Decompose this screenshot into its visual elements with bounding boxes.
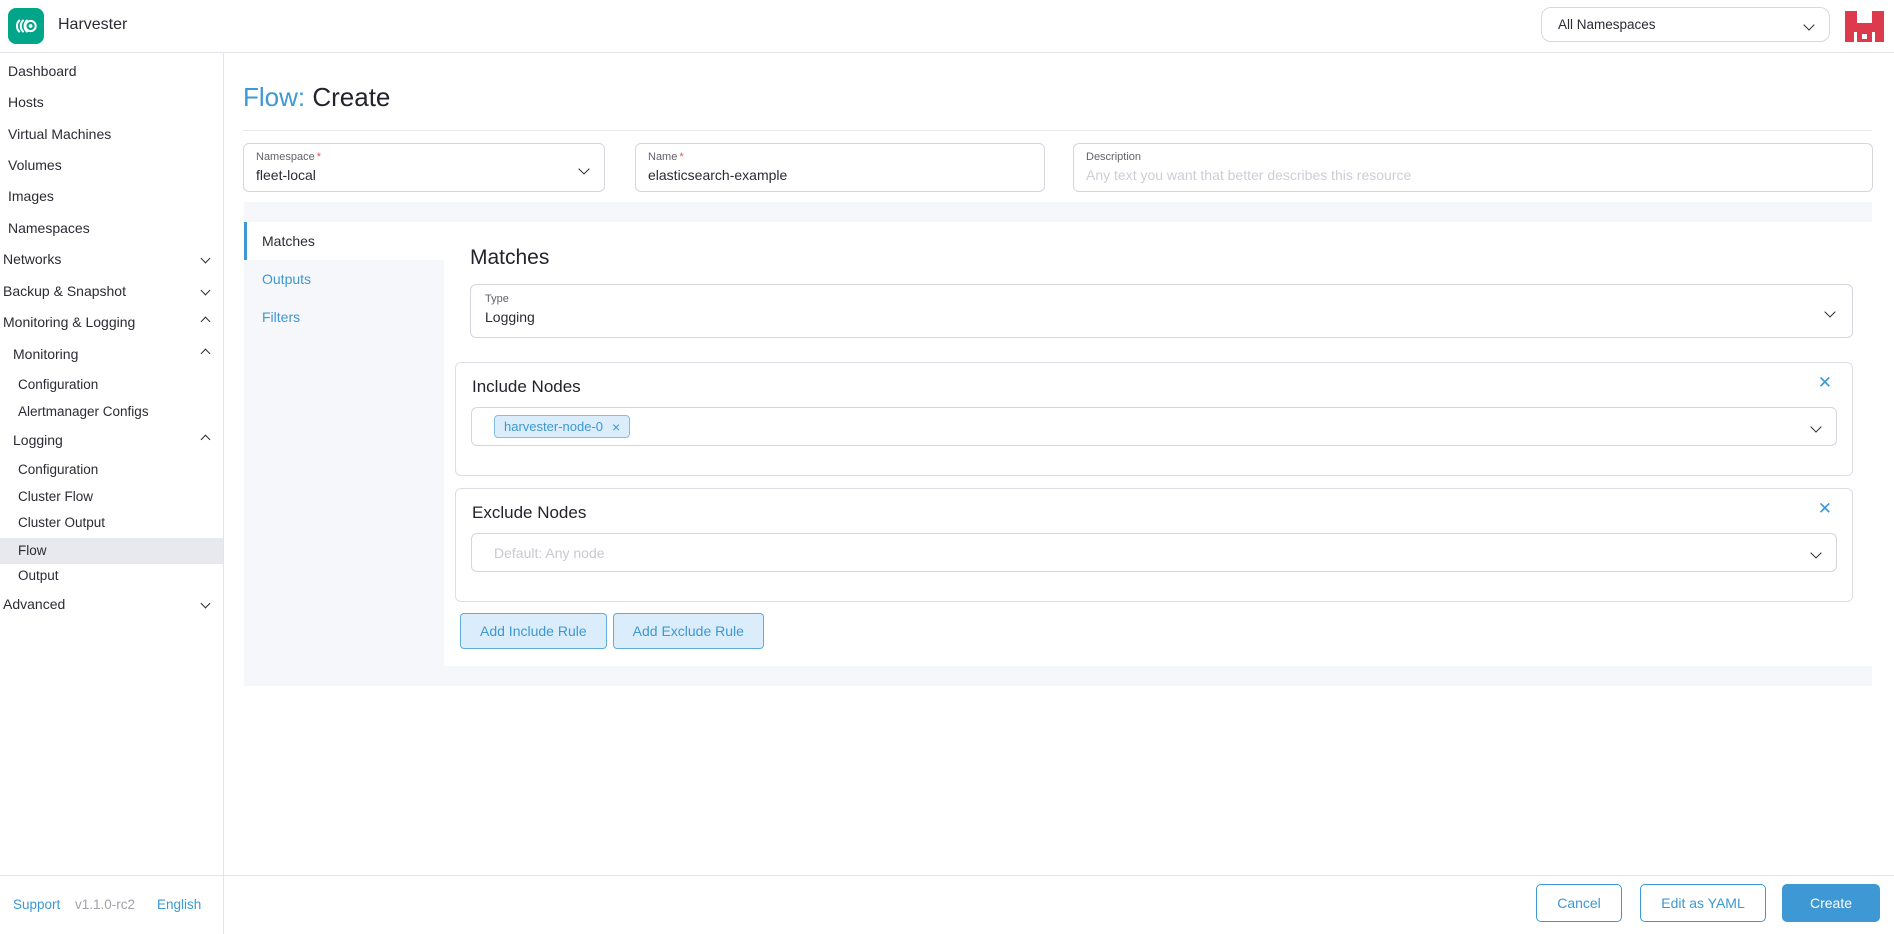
cancel-button[interactable]: Cancel	[1536, 884, 1622, 922]
namespace-select[interactable]: Namespace* fleet-local	[243, 143, 605, 192]
tab-matches[interactable]: Matches	[244, 222, 444, 260]
rule-buttons-row: Add Include Rule Add Exclude Rule	[460, 613, 764, 649]
sidebar-item-cluster-flow[interactable]: Cluster Flow	[0, 484, 223, 510]
support-link[interactable]: Support	[13, 897, 60, 912]
include-nodes-select[interactable]: harvester-node-0 ×	[471, 407, 1837, 446]
sidebar-item-hosts[interactable]: Hosts	[0, 89, 223, 115]
sidebar-item-logging[interactable]: Logging	[0, 427, 223, 453]
chevron-down-icon	[1810, 421, 1821, 432]
close-icon[interactable]: ✕	[1818, 497, 1832, 521]
name-input[interactable]: Name* elasticsearch-example	[635, 143, 1045, 192]
tag-remove-icon[interactable]: ×	[612, 420, 620, 434]
namespace-label: Namespace*	[256, 151, 592, 163]
tab-list: Matches Outputs Filters	[244, 222, 444, 336]
namespace-filter-value: All Namespaces	[1558, 17, 1656, 32]
exclude-nodes-placeholder: Default: Any node	[494, 545, 605, 561]
sidebar-item-monitoring-logging[interactable]: Monitoring & Logging	[0, 309, 223, 335]
sidebar-item-dashboard[interactable]: Dashboard	[0, 58, 223, 84]
exclude-nodes-select[interactable]: Default: Any node	[471, 533, 1837, 572]
add-include-rule-button[interactable]: Add Include Rule	[460, 613, 607, 649]
add-exclude-rule-button[interactable]: Add Exclude Rule	[613, 613, 764, 649]
chevron-down-icon	[1803, 19, 1814, 30]
required-asterisk: *	[679, 151, 683, 163]
create-button[interactable]: Create	[1782, 884, 1880, 922]
node-tag-label: harvester-node-0	[504, 419, 603, 434]
required-asterisk: *	[317, 151, 321, 163]
chevron-down-icon[interactable]	[201, 599, 211, 609]
chevron-up-icon[interactable]	[201, 435, 211, 445]
chevron-down-icon[interactable]	[201, 254, 211, 264]
sidebar-item-monitoring-configuration[interactable]: Configuration	[0, 372, 223, 398]
harvester-wheel-glyph	[14, 14, 38, 38]
exclude-nodes-title: Exclude Nodes	[472, 503, 1836, 523]
namespace-value: fleet-local	[256, 167, 592, 183]
sidebar-item-advanced[interactable]: Advanced	[0, 591, 223, 617]
sidebar-item-virtual-machines[interactable]: Virtual Machines	[0, 121, 223, 147]
page-title: Flow: Create	[243, 82, 390, 113]
description-input[interactable]: Description Any text you want that bette…	[1073, 143, 1873, 192]
type-select[interactable]: Type Logging	[470, 284, 1853, 338]
page-title-action: Create	[305, 82, 390, 112]
chevron-up-icon[interactable]	[201, 349, 211, 359]
name-label: Name*	[648, 151, 1032, 163]
namespace-filter-dropdown[interactable]: All Namespaces	[1541, 7, 1830, 42]
edit-as-yaml-button[interactable]: Edit as YAML	[1640, 884, 1766, 922]
tab-filters[interactable]: Filters	[244, 298, 444, 336]
tab-outputs[interactable]: Outputs	[244, 260, 444, 298]
description-placeholder: Any text you want that better describes …	[1086, 167, 1860, 183]
sidebar-nav: Dashboard Hosts Virtual Machines Volumes…	[0, 53, 224, 934]
sidebar-item-logging-configuration[interactable]: Configuration	[0, 457, 223, 483]
matches-heading: Matches	[470, 246, 549, 270]
title-divider	[243, 130, 1872, 131]
harvester-app: Harvester All Namespaces Dashboard Hosts…	[0, 0, 1894, 934]
sidebar-item-volumes[interactable]: Volumes	[0, 152, 223, 178]
footer-divider	[0, 875, 1894, 876]
sidebar-item-monitoring[interactable]: Monitoring	[0, 341, 223, 367]
description-label: Description	[1086, 151, 1860, 163]
exclude-nodes-card: Exclude Nodes ✕ Default: Any node	[455, 488, 1853, 602]
top-header: Harvester All Namespaces	[0, 0, 1894, 53]
node-tag: harvester-node-0 ×	[494, 415, 630, 438]
name-value: elasticsearch-example	[648, 167, 1032, 183]
sidebar-item-output[interactable]: Output	[0, 563, 223, 589]
version-text: v1.1.0-rc2	[75, 897, 135, 912]
page-title-resource: Flow:	[243, 82, 305, 112]
matches-tab-panel: Matches Type Logging Include Nodes ✕ har…	[444, 222, 1872, 666]
tab-container: Matches Outputs Filters Matches Type Log…	[244, 202, 1872, 686]
sidebar-item-backup-snapshot[interactable]: Backup & Snapshot	[0, 278, 223, 304]
close-icon[interactable]: ✕	[1818, 371, 1832, 395]
sidebar-item-networks[interactable]: Networks	[0, 246, 223, 272]
include-nodes-title: Include Nodes	[472, 377, 1836, 397]
type-value: Logging	[485, 309, 1838, 325]
chevron-down-icon[interactable]	[201, 286, 211, 296]
chevron-down-icon	[1810, 547, 1821, 558]
sidebar-item-cluster-output[interactable]: Cluster Output	[0, 510, 223, 536]
type-label: Type	[485, 293, 1838, 305]
sidebar-item-namespaces[interactable]: Namespaces	[0, 215, 223, 241]
harvester-logo-icon[interactable]	[8, 8, 44, 44]
app-title: Harvester	[58, 16, 127, 34]
include-nodes-card: Include Nodes ✕ harvester-node-0 ×	[455, 362, 1853, 476]
rancher-logo-icon[interactable]	[1845, 7, 1884, 46]
sidebar-item-flow[interactable]: Flow	[0, 538, 223, 564]
chevron-up-icon[interactable]	[201, 317, 211, 327]
sidebar-item-alertmanager-configs[interactable]: Alertmanager Configs	[0, 399, 223, 425]
sidebar-item-images[interactable]: Images	[0, 183, 223, 209]
language-link[interactable]: English	[157, 897, 201, 912]
